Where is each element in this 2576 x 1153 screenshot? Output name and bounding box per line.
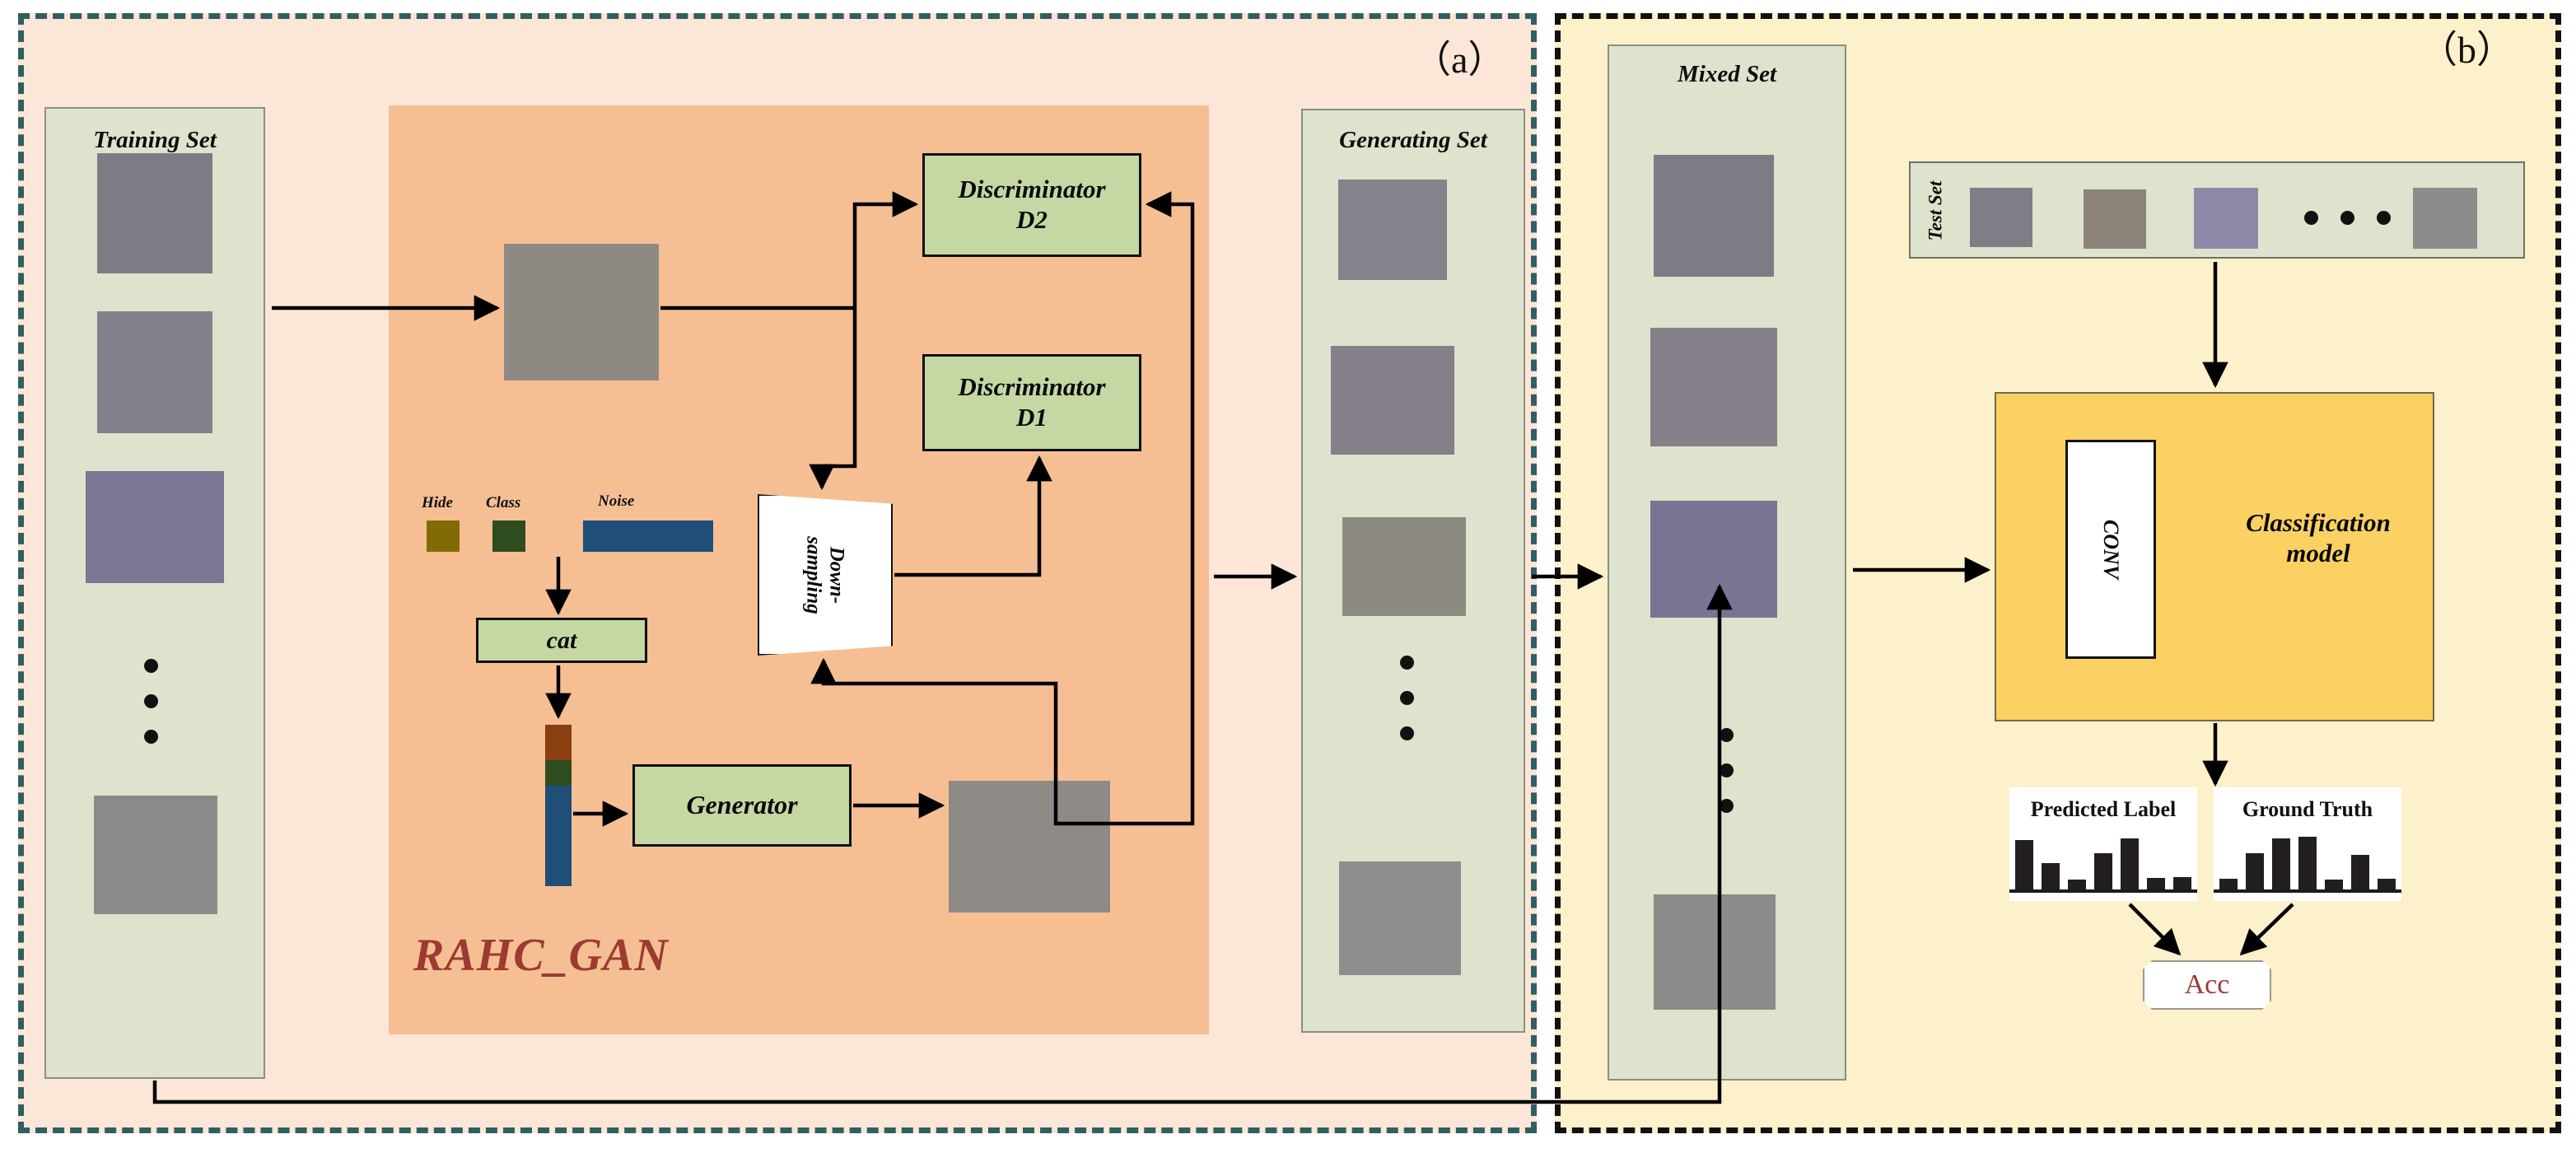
- test-leaf-2: [2084, 189, 2146, 249]
- conv-block[interactable]: CONV: [2065, 440, 2156, 659]
- training-set-ellipsis: [144, 659, 158, 744]
- test-leaf-3: [2194, 188, 2258, 249]
- training-leaf-1: [97, 153, 212, 273]
- ground-truth-title: Ground Truth: [2242, 797, 2373, 821]
- test-leaf-4: [2413, 188, 2477, 249]
- hist-bar-2: [2272, 838, 2290, 889]
- class-legend-swatch: [492, 520, 525, 552]
- classification-model-line1: Classification: [2246, 508, 2391, 537]
- panel-a-label: （a）: [1413, 39, 1506, 81]
- down-sampling-block[interactable]: Down-sampling: [758, 494, 893, 656]
- figure-canvas: （a） RAHC_GAN Training Set Discriminator …: [0, 0, 2576, 1153]
- cat-label: cat: [546, 626, 577, 654]
- mixed-leaf-2: [1650, 328, 1777, 446]
- discriminator-d2-box[interactable]: Discriminator D2: [922, 153, 1141, 257]
- ground-truth-card: Ground Truth: [2214, 787, 2401, 901]
- class-legend-label: Class: [486, 494, 521, 511]
- hist-bar-6: [2378, 879, 2396, 889]
- down-sampling-line1: Down-: [825, 546, 848, 604]
- hist-bar-4: [2121, 838, 2139, 889]
- noise-legend-label: Noise: [598, 492, 635, 510]
- down-sampling-label-wrap: Down-sampling: [758, 494, 893, 656]
- predicted-label-card: Predicted Label: [2009, 787, 2197, 901]
- panel-b-label: （b）: [2420, 29, 2514, 71]
- concat-noise-segment: [545, 786, 572, 886]
- accuracy-label: Acc: [2184, 969, 2230, 1000]
- generating-leaf-1: [1338, 180, 1447, 280]
- mixed-leaf-4: [1654, 894, 1776, 1010]
- concat-class-segment: [545, 760, 572, 787]
- generating-set-ellipsis: [1400, 656, 1414, 740]
- generating-leaf-2: [1331, 346, 1454, 455]
- hist-bar-4: [2325, 880, 2343, 889]
- classification-model-line2: model: [2286, 539, 2350, 568]
- cat-concat-box[interactable]: cat: [476, 618, 647, 663]
- noise-legend-swatch: [583, 520, 713, 552]
- mixed-leaf-3: [1650, 501, 1777, 618]
- conv-label: CONV: [2099, 519, 2123, 580]
- hist-bar-3: [2094, 853, 2112, 889]
- hist-bar-0: [2219, 879, 2238, 889]
- concat-hide-segment: [545, 725, 572, 761]
- generator-box[interactable]: Generator: [632, 764, 852, 847]
- test-set-ellipsis: [2304, 211, 2391, 225]
- discriminator-d1-line2: D1: [1016, 403, 1048, 432]
- discriminator-d2-line1: Discriminator: [958, 175, 1106, 204]
- gan-input-leaf-image: [504, 244, 659, 380]
- mixed-set-ellipsis: [1720, 728, 1734, 813]
- classification-model-label: Classification model: [2215, 507, 2421, 568]
- training-set-title: Training Set: [93, 127, 217, 153]
- rahc-gan-title: RAHC_GAN: [413, 930, 669, 981]
- down-sampling-line2: sampling: [802, 535, 825, 614]
- mixed-leaf-1: [1654, 155, 1774, 277]
- training-leaf-3: [86, 471, 224, 583]
- concatenated-latent-bar: [545, 725, 572, 886]
- discriminator-d1-line1: Discriminator: [958, 372, 1106, 402]
- hist-bar-5: [2351, 855, 2369, 889]
- hide-legend-label: Hide: [422, 494, 453, 511]
- discriminator-d1-box[interactable]: Discriminator D1: [922, 354, 1141, 451]
- generating-leaf-3: [1342, 517, 1466, 616]
- gan-generated-leaf-image: [949, 781, 1110, 913]
- hist-bar-1: [2042, 863, 2060, 889]
- predicted-label-bars: [2009, 835, 2197, 893]
- hist-bar-6: [2173, 877, 2191, 889]
- hist-bar-5: [2147, 878, 2165, 889]
- training-leaf-4: [94, 796, 217, 914]
- hist-bar-0: [2015, 840, 2033, 889]
- hide-legend-swatch: [427, 520, 460, 552]
- hist-bar-3: [2298, 837, 2317, 889]
- training-leaf-2: [97, 311, 212, 433]
- hist-bar-2: [2068, 880, 2086, 889]
- hist-bar-1: [2246, 853, 2264, 889]
- discriminator-d2-line2: D2: [1016, 205, 1048, 234]
- test-set-title-wrap: Test Set: [1919, 170, 1952, 252]
- generating-leaf-4: [1339, 861, 1461, 975]
- generator-label: Generator: [686, 790, 798, 820]
- ground-truth-bars: [2214, 835, 2401, 893]
- predicted-label-title: Predicted Label: [2030, 797, 2177, 821]
- generating-set-title: Generating Set: [1339, 127, 1487, 153]
- test-leaf-1: [1970, 188, 2032, 247]
- test-set-title: Test Set: [1925, 180, 1946, 241]
- accuracy-node[interactable]: Acc: [2143, 960, 2271, 1010]
- mixed-set-title: Mixed Set: [1677, 61, 1777, 87]
